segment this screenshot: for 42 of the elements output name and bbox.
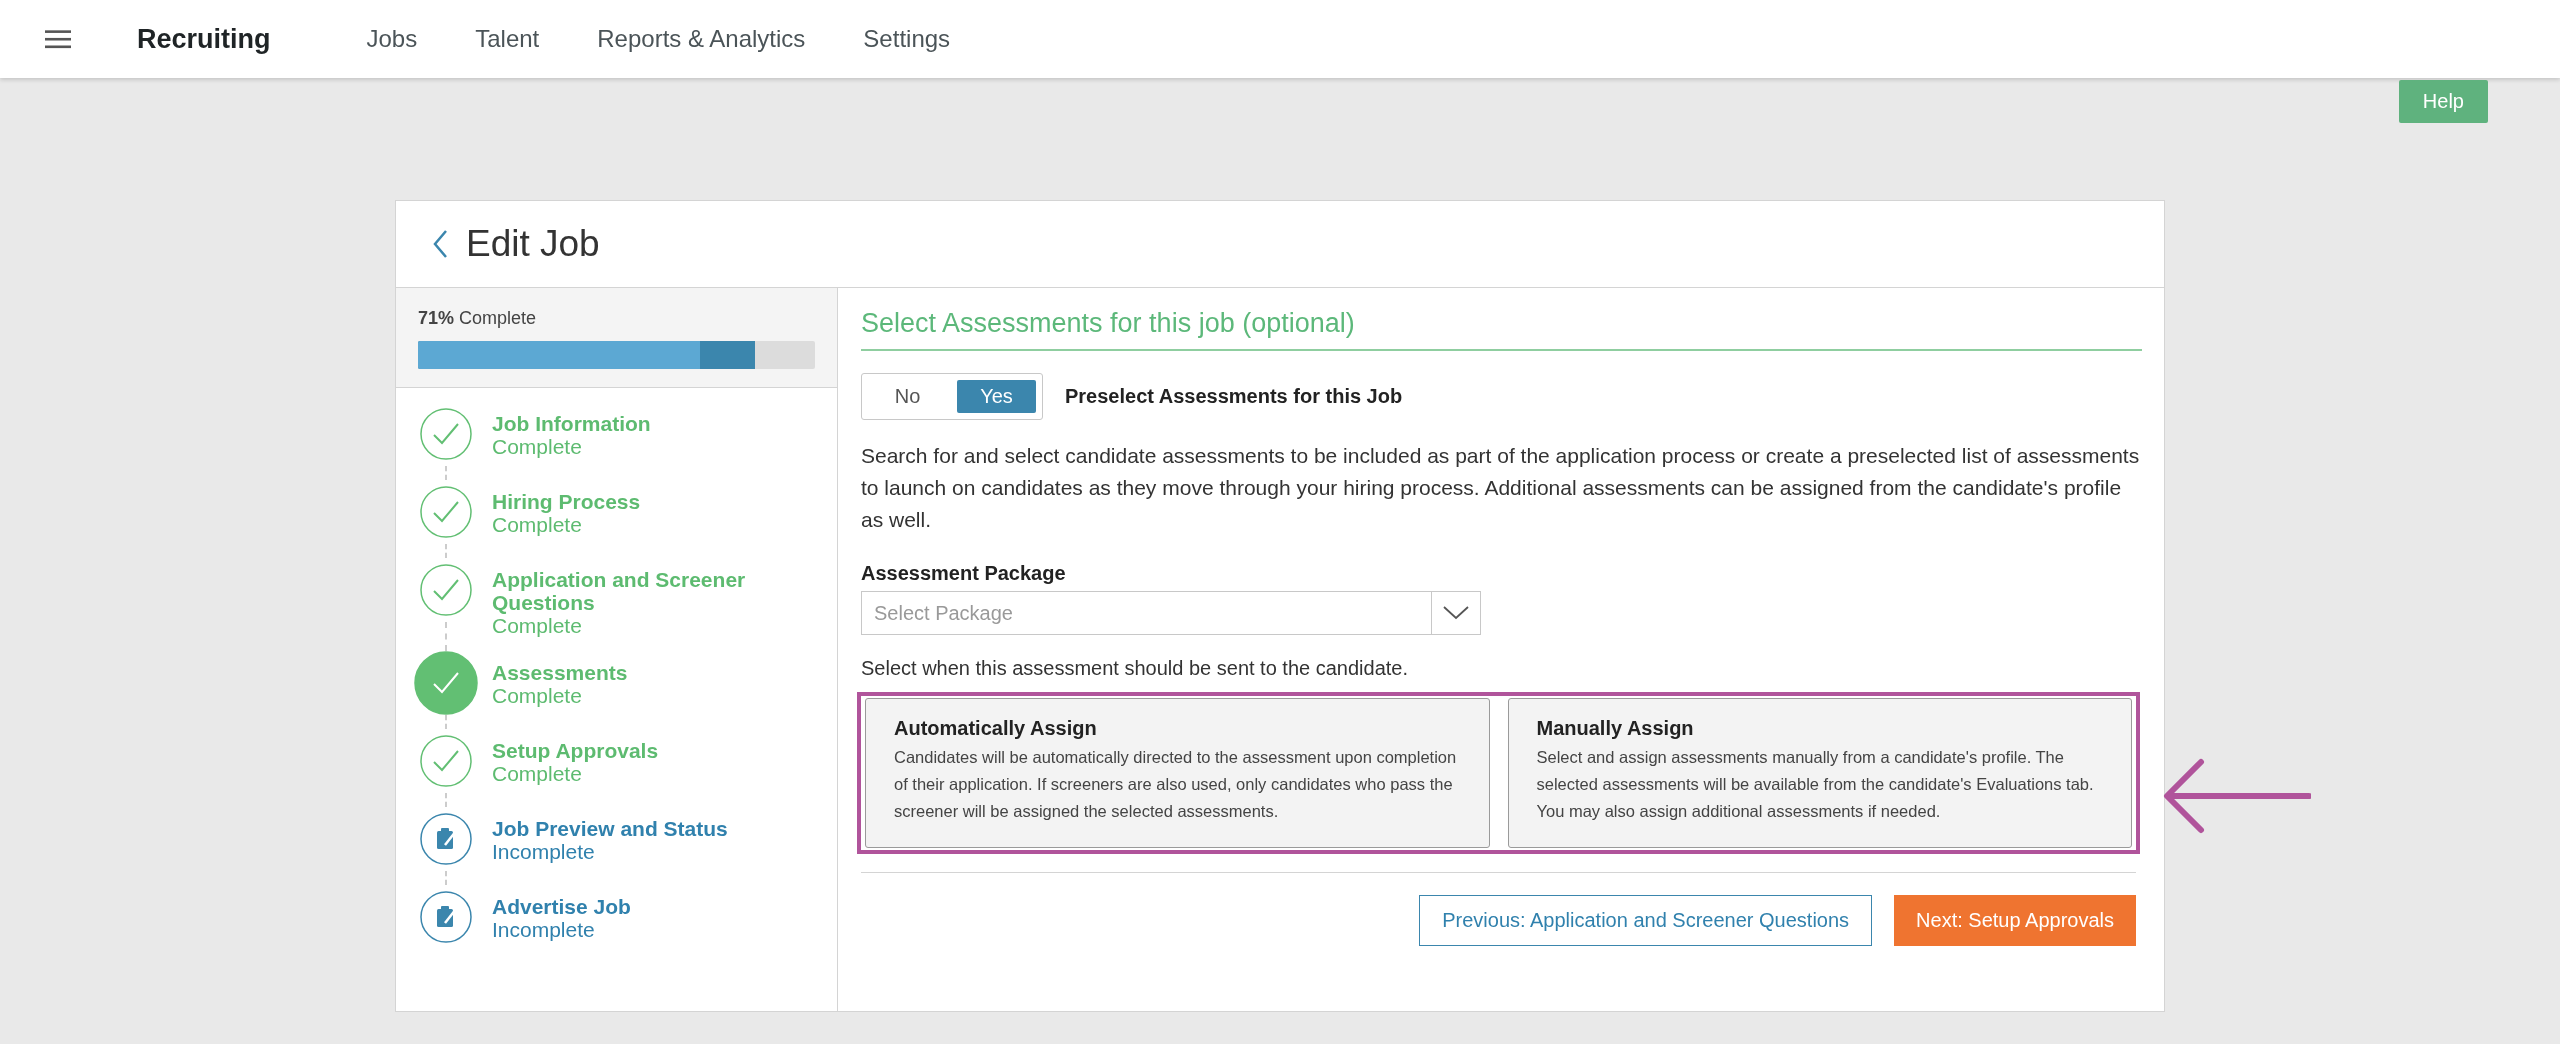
previous-button[interactable]: Previous: Application and Screener Questions [1419,895,1873,946]
option-title: Automatically Assign [894,717,1098,740]
step-link[interactable]: Setup Approvals [492,739,659,762]
section-heading: Select Assessments for this job (optional) [861,308,2142,351]
nav-link[interactable]: Talent [475,25,540,53]
step-link[interactable]: Application and Screener Questions [492,568,792,614]
step-link[interactable]: Hiring Process [492,490,641,513]
dropdown-toggle[interactable] [1431,591,1481,635]
step-link[interactable]: Job Information [492,412,651,435]
field-label: Assessment Package [861,562,1067,585]
step-status: Complete [492,614,583,637]
help-button[interactable]: Help [2398,80,2488,123]
toggle-option[interactable]: Yes [957,380,1036,413]
option-text: Select and assign assessments manually from a candidate's profile. The selected assessments will be available from the candidate's Evaluations tab. You may also assign additional assessments if needed. [1536,747,2095,822]
app-name: Recruiting [137,23,271,55]
next-button[interactable]: Next: Setup Approvals [1894,895,2136,946]
step-status: Incomplete [492,840,596,863]
step-status: Incomplete [492,918,596,941]
chevron-down-icon [1443,606,1469,620]
step-link[interactable]: Advertise Job [492,895,631,918]
toggle-label: Preselect Assessments for this Job [1065,385,1403,408]
nav-link[interactable]: Reports & Analytics [597,25,806,53]
description-text: Search for and select candidate assessments to be included as part of the application process or create a preselected list of assessments to launch on candidates as they move through your hiring process. Additional assessments can be assigned from the candidate's profile as well. [861,443,2141,533]
progress-label: 71% Complete [418,308,538,329]
package-select-field[interactable]: Select Package [861,591,1431,635]
nav-link[interactable]: Jobs [366,25,418,53]
menu-icon[interactable] [45,29,71,49]
option-text: Candidates will be automatically directed to the assessment upon completion of their application. If screeners are also used, only candidates who pass the screener will be assigned the selected assessments. [894,747,1458,822]
assign-prompt: Select when this assessment should be sent to the candidate. [861,657,1409,680]
step-link[interactable]: Job Preview and Status [492,817,728,840]
back-chevron-icon[interactable] [432,229,448,259]
step-status: Complete [492,435,583,458]
step-status: Complete [492,762,583,785]
page-title: Edit Job [466,223,600,265]
assign-option-card[interactable] [1507,698,2132,848]
check-circle-icon[interactable] [414,651,478,715]
assign-option-card[interactable] [865,698,1490,848]
step-status: Complete [492,684,583,707]
option-title: Manually Assign [1536,717,1695,740]
step-status: Complete [492,513,583,536]
step-link[interactable]: Assessments [492,661,628,684]
nav-link[interactable]: Settings [863,25,951,53]
